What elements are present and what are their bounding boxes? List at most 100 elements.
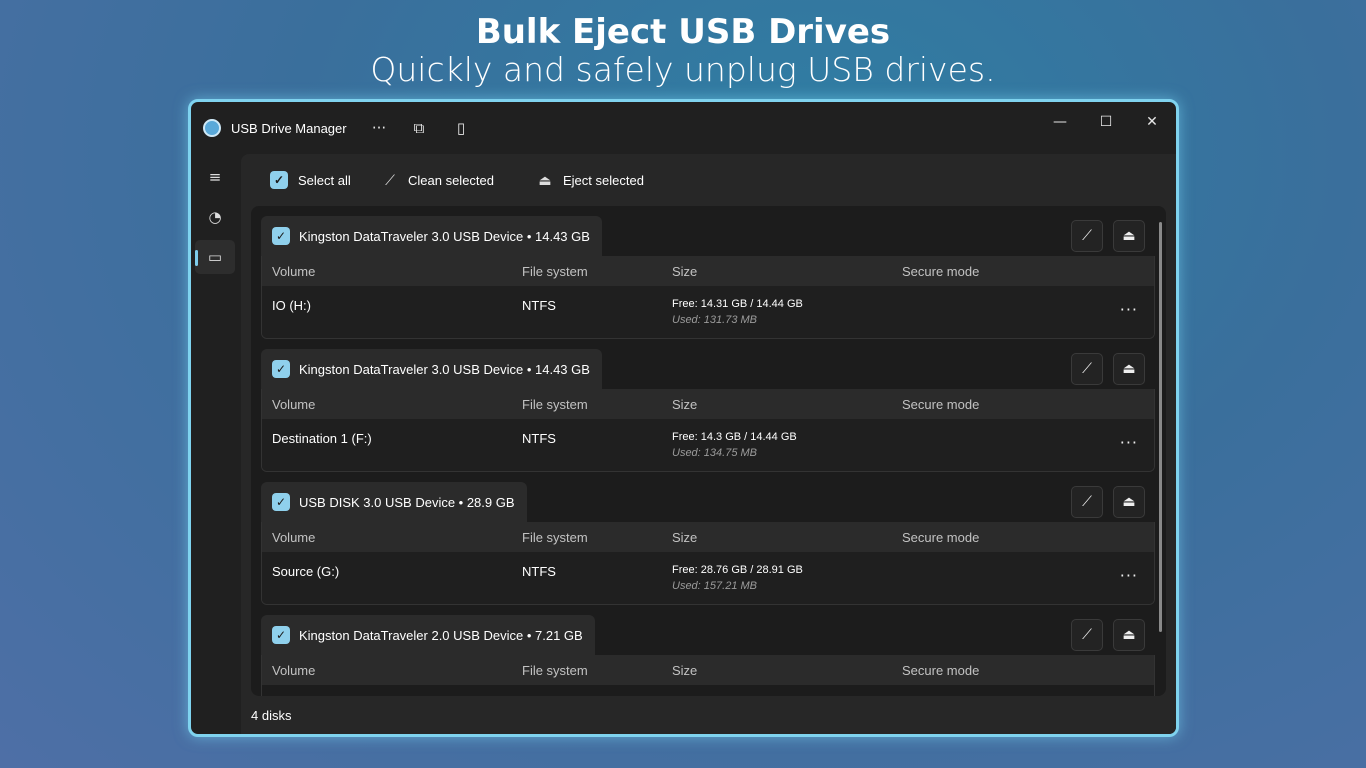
disk-checkbox[interactable]: ✓: [272, 360, 290, 378]
size-free: Free: 14.3 GB / 14.44 GB: [672, 431, 797, 443]
volume-name: IO (H:): [272, 298, 311, 313]
row-more-button[interactable]: ···: [1120, 566, 1138, 585]
column-size: Size: [672, 663, 698, 678]
title-bar[interactable]: USB Drive Manager ··· ⧉ ▯ — ☐ ✕: [191, 102, 1176, 154]
column-volume: Volume: [272, 530, 316, 545]
disk-list[interactable]: ✓ Kingston DataTraveler 3.0 USB Device •…: [251, 206, 1166, 696]
disk-checkbox[interactable]: ✓: [272, 626, 290, 644]
eject-disk-button[interactable]: ⏏: [1113, 486, 1145, 518]
table-header: Volume File system Size Secure mode: [262, 389, 1154, 419]
disk-card: ✓ Kingston DataTraveler 3.0 USB Device •…: [261, 349, 1155, 472]
app-title: USB Drive Manager: [231, 121, 347, 136]
select-all-label: Select all: [298, 172, 351, 188]
scrollbar[interactable]: [1159, 222, 1162, 632]
eject-selected-label: Eject selected: [563, 172, 644, 188]
disk-header: ✓ Kingston DataTraveler 2.0 USB Device •…: [261, 615, 595, 655]
column-volume: Volume: [272, 264, 316, 279]
column-volume: Volume: [272, 397, 316, 412]
broom-icon: ⟋: [385, 171, 395, 188]
eject-disk-button[interactable]: ⏏: [1113, 353, 1145, 385]
pie-chart-icon[interactable]: ◔: [195, 200, 235, 234]
column-file-system: File system: [522, 530, 588, 545]
column-secure-mode: Secure mode: [902, 397, 980, 412]
column-size: Size: [672, 397, 698, 412]
volume-table: Volume File system Size Secure mode IO (…: [261, 256, 1155, 339]
eject-icon: ⏏: [1122, 627, 1136, 643]
column-secure-mode: Secure mode: [902, 663, 980, 678]
table-row[interactable]: IO (H:) NTFS Free: 14.31 GB / 14.44 GB U…: [262, 286, 1154, 338]
close-button[interactable]: ✕: [1130, 108, 1174, 136]
disk-name: USB DISK 3.0 USB Device • 28.9 GB: [299, 494, 515, 510]
disk-header: ✓ USB DISK 3.0 USB Device • 28.9 GB: [261, 482, 527, 522]
hamburger-icon[interactable]: ≡: [195, 160, 235, 194]
column-size: Size: [672, 530, 698, 545]
minimize-button[interactable]: —: [1038, 108, 1082, 136]
volume-name: Destination 1 (F:): [272, 431, 372, 446]
broom-icon: ⟋: [1082, 228, 1092, 244]
table-header: Volume File system Size Secure mode: [262, 256, 1154, 286]
disk-name: Kingston DataTraveler 3.0 USB Device • 1…: [299, 228, 590, 244]
column-volume: Volume: [272, 663, 316, 678]
app-window: USB Drive Manager ··· ⧉ ▯ — ☐ ✕ ≡ ◔ ▭ ✓ …: [188, 99, 1179, 737]
maximize-button[interactable]: ☐: [1084, 108, 1128, 136]
broom-icon: ⟋: [1082, 494, 1092, 510]
file-system: NTFS: [522, 298, 556, 313]
file-system: NTFS: [522, 564, 556, 579]
disk-checkbox[interactable]: ✓: [272, 227, 290, 245]
disk-checkbox[interactable]: ✓: [272, 493, 290, 511]
status-text: 4 disks: [251, 708, 292, 723]
disk-header: ✓ Kingston DataTraveler 3.0 USB Device •…: [261, 216, 602, 256]
disk-name: Kingston DataTraveler 3.0 USB Device • 1…: [299, 361, 590, 377]
row-more-button[interactable]: ···: [1120, 300, 1138, 319]
disk-card: ✓ Kingston DataTraveler 3.0 USB Device •…: [261, 216, 1155, 339]
sidebar-item-drives[interactable]: ▭: [195, 240, 235, 274]
clean-selected-button[interactable]: ⟋ Clean selected: [381, 169, 494, 191]
clean-disk-button[interactable]: ⟋: [1071, 486, 1103, 518]
volume-table: Volume File system Size Secure mode Sour…: [261, 522, 1155, 605]
eject-icon: ⏏: [538, 171, 552, 188]
broom-icon: ⟋: [1082, 361, 1092, 377]
table-header: Volume File system Size Secure mode: [262, 655, 1154, 685]
disk-name: Kingston DataTraveler 2.0 USB Device • 7…: [299, 627, 583, 643]
checkbox-checked-icon: ✓: [270, 171, 288, 189]
volume-table: Volume File system Size Secure mode: [261, 655, 1155, 696]
more-options-button[interactable]: ···: [367, 116, 391, 140]
eject-icon: ⏏: [1122, 228, 1136, 244]
file-system: NTFS: [522, 431, 556, 446]
eject-icon: ⏏: [1122, 361, 1136, 377]
table-row[interactable]: Source (G:) NTFS Free: 28.76 GB / 28.91 …: [262, 552, 1154, 604]
row-more-button[interactable]: ···: [1120, 433, 1138, 452]
sidebar: ≡ ◔ ▭: [191, 154, 241, 734]
disk-header: ✓ Kingston DataTraveler 3.0 USB Device •…: [261, 349, 602, 389]
hero-title: Bulk Eject USB Drives: [475, 12, 891, 52]
eject-disk-button[interactable]: ⏏: [1113, 619, 1145, 651]
size-free: Free: 28.76 GB / 28.91 GB: [672, 564, 803, 576]
size-free: Free: 14.31 GB / 14.44 GB: [672, 298, 803, 310]
eject-icon: ⏏: [1122, 494, 1136, 510]
active-indicator: [195, 250, 198, 266]
disk-card: ✓ Kingston DataTraveler 2.0 USB Device •…: [261, 615, 1155, 696]
disk-card: ✓ USB DISK 3.0 USB Device • 28.9 GB ⟋ ⏏ …: [261, 482, 1155, 605]
eject-disk-button[interactable]: ⏏: [1113, 220, 1145, 252]
column-file-system: File system: [522, 663, 588, 678]
size-used: Used: 131.73 MB: [672, 314, 757, 326]
toolbar: ✓ Select all ⟋ Clean selected ⏏ Eject se…: [241, 154, 1176, 206]
clean-disk-button[interactable]: ⟋: [1071, 220, 1103, 252]
table-row[interactable]: Destination 1 (F:) NTFS Free: 14.3 GB / …: [262, 419, 1154, 471]
size-used: Used: 157.21 MB: [672, 580, 757, 592]
hero-subtitle: Quickly and safely unplug USB drives.: [370, 50, 996, 89]
connect-icon[interactable]: ⧉: [407, 116, 431, 140]
usb-plug-icon[interactable]: ▯: [449, 116, 473, 140]
drive-icon: ▭: [207, 248, 223, 266]
broom-icon: ⟋: [1082, 627, 1092, 643]
clean-disk-button[interactable]: ⟋: [1071, 353, 1103, 385]
clean-disk-button[interactable]: ⟋: [1071, 619, 1103, 651]
volume-name: Source (G:): [272, 564, 340, 579]
column-file-system: File system: [522, 264, 588, 279]
clean-selected-label: Clean selected: [408, 172, 494, 188]
eject-selected-button[interactable]: ⏏ Eject selected: [536, 169, 644, 191]
table-header: Volume File system Size Secure mode: [262, 522, 1154, 552]
select-all-checkbox[interactable]: ✓ Select all: [270, 169, 351, 191]
main-content: ✓ Select all ⟋ Clean selected ⏏ Eject se…: [241, 154, 1176, 734]
volume-table: Volume File system Size Secure mode Dest…: [261, 389, 1155, 472]
